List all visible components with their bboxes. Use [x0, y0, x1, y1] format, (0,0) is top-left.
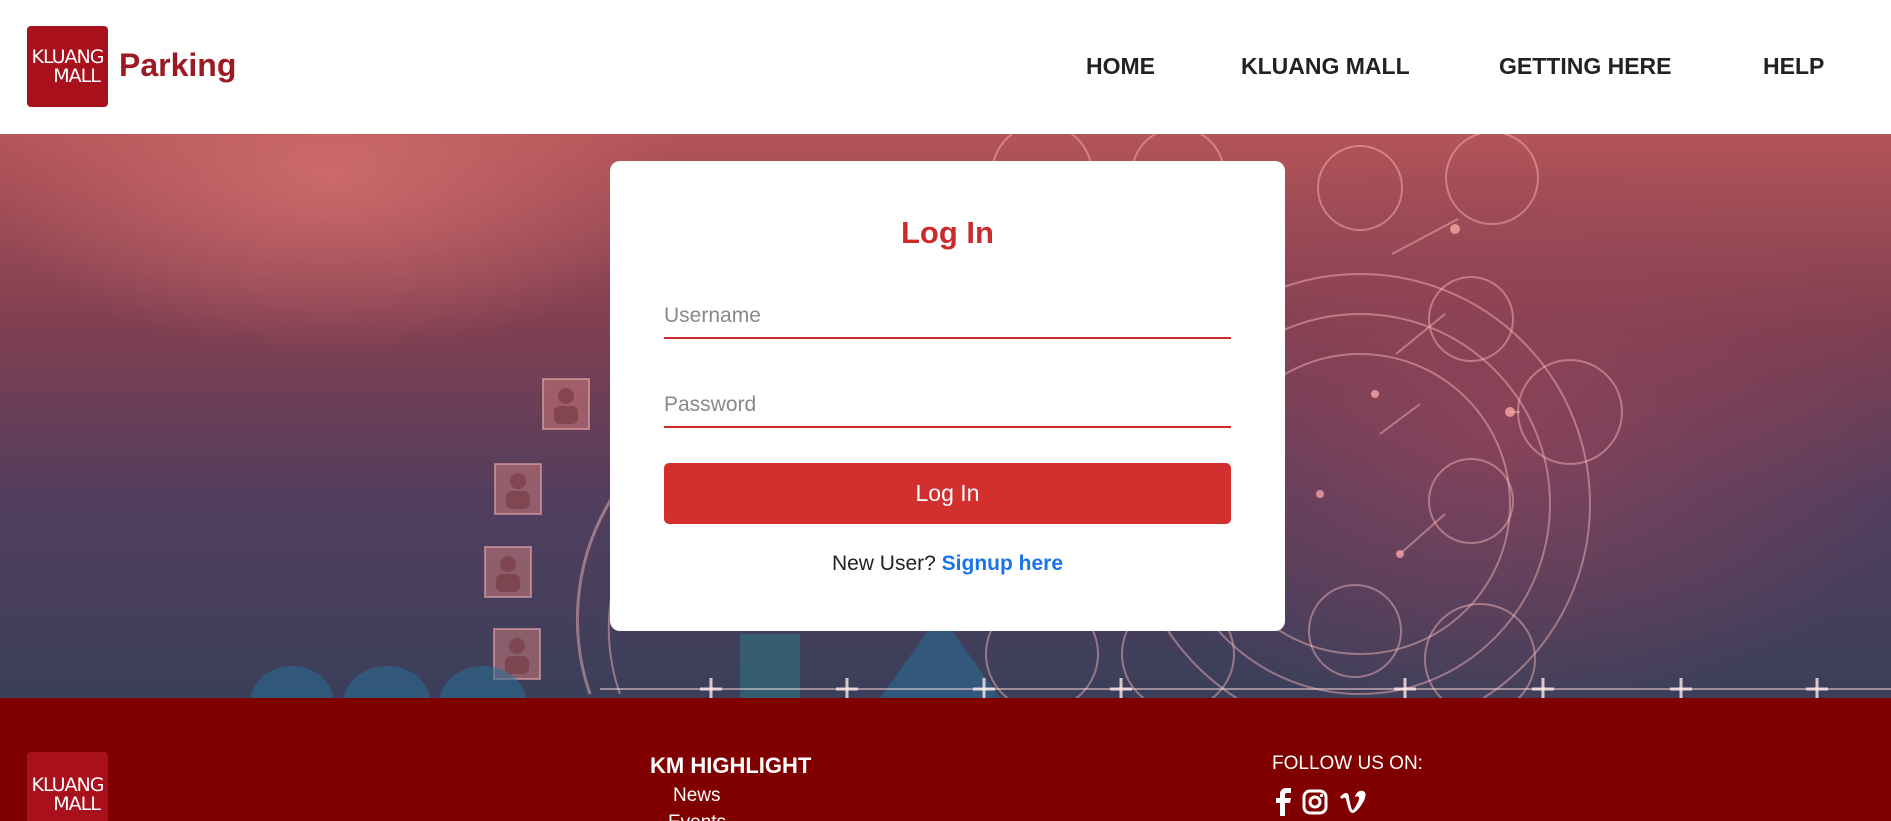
- logo-text-line1: KLUANG: [31, 45, 105, 68]
- site-footer: KLUANG MALL KM HIGHLIGHT News Events FOL…: [0, 698, 1891, 821]
- site-header: KLUANG MALL Parking HOME KLUANG MALL GET…: [0, 0, 1891, 134]
- footer-logo[interactable]: KLUANG MALL: [27, 752, 108, 821]
- nav-getting-here[interactable]: GETTING HERE: [1499, 53, 1672, 80]
- instagram-icon[interactable]: [1300, 787, 1330, 817]
- logo-text-line2: MALL: [53, 64, 101, 87]
- password-input[interactable]: [664, 384, 1231, 428]
- brand-name[interactable]: Parking: [119, 47, 236, 84]
- nav-kluang-mall[interactable]: KLUANG MALL: [1241, 53, 1410, 80]
- signup-prompt: New User? Signup here: [610, 552, 1285, 576]
- footer-link-events[interactable]: Events: [668, 812, 726, 821]
- login-button[interactable]: Log In: [664, 463, 1231, 524]
- km-highlight-title: KM HIGHLIGHT: [650, 753, 812, 778]
- hero-background: Log In Log In New User? Signup here: [0, 134, 1891, 698]
- nav-help[interactable]: HELP: [1763, 53, 1824, 80]
- facebook-icon[interactable]: [1268, 787, 1298, 817]
- vimeo-icon[interactable]: [1337, 787, 1367, 817]
- username-input[interactable]: [664, 295, 1231, 339]
- kluang-mall-logo[interactable]: KLUANG MALL: [27, 26, 108, 107]
- login-title: Log In: [901, 215, 994, 250]
- login-card: Log In Log In New User? Signup here: [610, 161, 1285, 631]
- footer-link-news[interactable]: News: [673, 785, 721, 807]
- new-user-text: New User?: [831, 552, 936, 575]
- footer-logo-text-line2: MALL: [53, 793, 101, 815]
- follow-us-title: FOLLOW US ON:: [1272, 753, 1423, 774]
- signup-link[interactable]: Signup here: [942, 552, 1063, 575]
- nav-home[interactable]: HOME: [1086, 53, 1155, 80]
